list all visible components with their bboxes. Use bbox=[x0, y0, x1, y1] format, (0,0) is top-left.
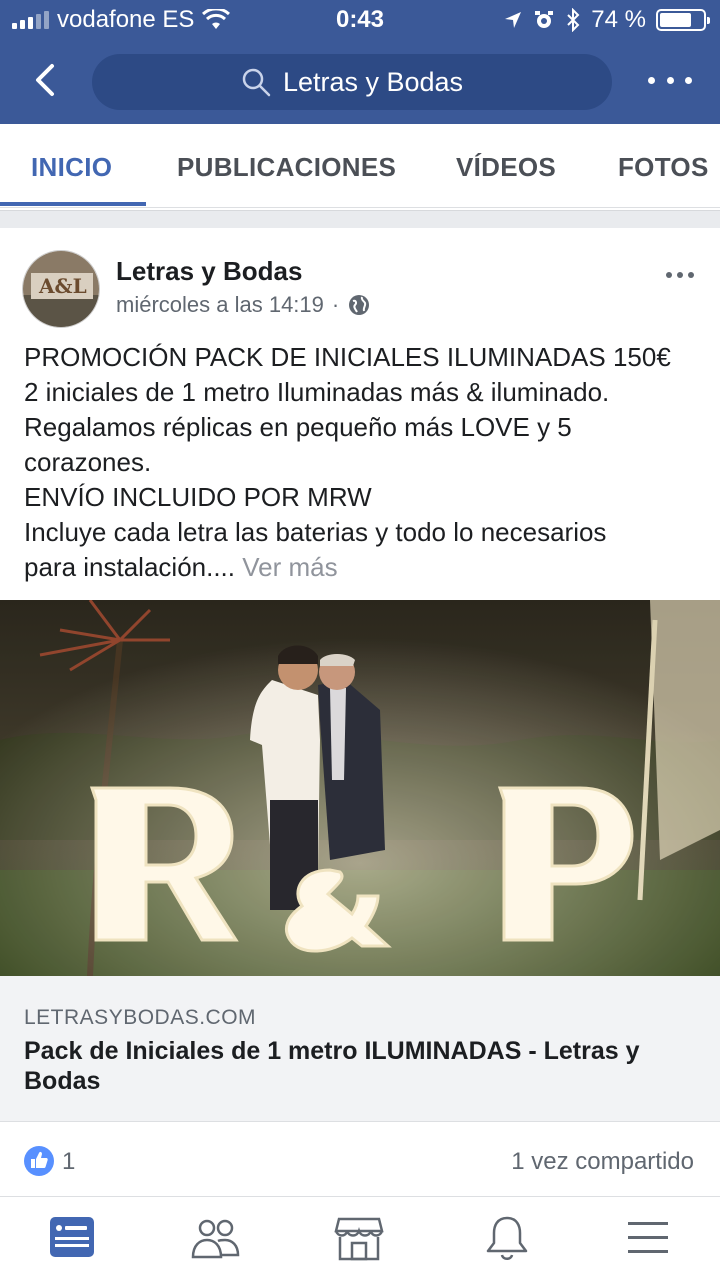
post-text-line: Incluye cada letra las baterias y todo l… bbox=[24, 517, 607, 547]
top-header: vodafone ES 0:43 74 % Letras y Bodas bbox=[0, 0, 720, 124]
battery-icon bbox=[656, 9, 710, 31]
friends-icon[interactable] bbox=[190, 1213, 240, 1263]
search-icon bbox=[242, 68, 271, 97]
page-tabs: INICIO PUBLICACIONES VÍDEOS FOTOS bbox=[0, 124, 720, 208]
more-icon[interactable] bbox=[648, 68, 692, 92]
bluetooth-icon bbox=[567, 8, 580, 32]
post-text-line: PROMOCIÓN PACK DE INICIALES ILUMINADAS 1… bbox=[24, 342, 671, 372]
link-domain: LETRASYBODAS.COM bbox=[24, 1006, 257, 1029]
post-text-line: 2 iniciales de 1 metro Iluminadas más & … bbox=[24, 377, 610, 407]
search-bar[interactable]: Letras y Bodas bbox=[92, 54, 612, 110]
avatar[interactable]: A&L bbox=[22, 250, 100, 328]
reactions-bar: 1 1 vez compartido bbox=[0, 1132, 720, 1192]
tab-inicio[interactable]: INICIO bbox=[31, 152, 112, 183]
tab-publicaciones[interactable]: PUBLICACIONES bbox=[177, 152, 396, 183]
news-feed-icon[interactable] bbox=[48, 1213, 98, 1263]
meta-separator: · bbox=[331, 292, 340, 317]
search-text: Letras y Bodas bbox=[282, 66, 464, 97]
battery-percent: 74 % bbox=[591, 6, 646, 33]
link-preview[interactable]: LETRASYBODAS.COM Pack de Iniciales de 1 … bbox=[0, 976, 720, 1122]
link-title: Pack de Iniciales de 1 metro ILUMINADAS … bbox=[24, 1037, 640, 1095]
post-timestamp[interactable]: miércoles a las 14:19 bbox=[116, 292, 324, 318]
status-bar: vodafone ES 0:43 74 % bbox=[0, 0, 720, 40]
active-tab-indicator bbox=[0, 202, 146, 206]
svg-text:A&L: A&L bbox=[38, 274, 87, 298]
post-photo[interactable] bbox=[0, 600, 720, 976]
share-count[interactable]: 1 vez compartido bbox=[511, 1148, 694, 1176]
see-more-link[interactable]: Ver más bbox=[242, 552, 337, 582]
post-options-icon[interactable] bbox=[666, 272, 694, 280]
menu-icon[interactable] bbox=[624, 1213, 674, 1263]
post-text-line: Regalamos réplicas en pequeño más LOVE y… bbox=[24, 412, 572, 442]
post-author[interactable]: Letras y Bodas bbox=[116, 256, 302, 287]
notifications-icon[interactable] bbox=[482, 1213, 532, 1263]
post-meta: miércoles a las 14:19 · bbox=[116, 292, 371, 318]
bottom-tab-bar bbox=[0, 1196, 720, 1280]
post-text-line: para instalación.... bbox=[24, 552, 236, 582]
alarm-icon bbox=[535, 11, 554, 28]
location-arrow-icon bbox=[505, 12, 522, 28]
tab-fotos[interactable]: FOTOS bbox=[618, 152, 709, 183]
tab-videos[interactable]: VÍDEOS bbox=[456, 152, 556, 183]
like-count[interactable]: 1 bbox=[62, 1148, 75, 1176]
post-text-line: ENVÍO INCLUIDO POR MRW bbox=[24, 482, 372, 512]
globe-icon bbox=[349, 295, 370, 315]
section-divider bbox=[0, 210, 720, 228]
post-card: A&L Letras y Bodas miércoles a las 14:19… bbox=[0, 228, 720, 1196]
post-text-line: corazones. bbox=[24, 447, 152, 477]
post-text: PROMOCIÓN PACK DE INICIALES ILUMINADAS 1… bbox=[24, 340, 704, 585]
marketplace-icon[interactable] bbox=[334, 1213, 384, 1263]
like-thumb-icon[interactable] bbox=[24, 1146, 54, 1176]
back-arrow-icon[interactable] bbox=[28, 62, 64, 98]
